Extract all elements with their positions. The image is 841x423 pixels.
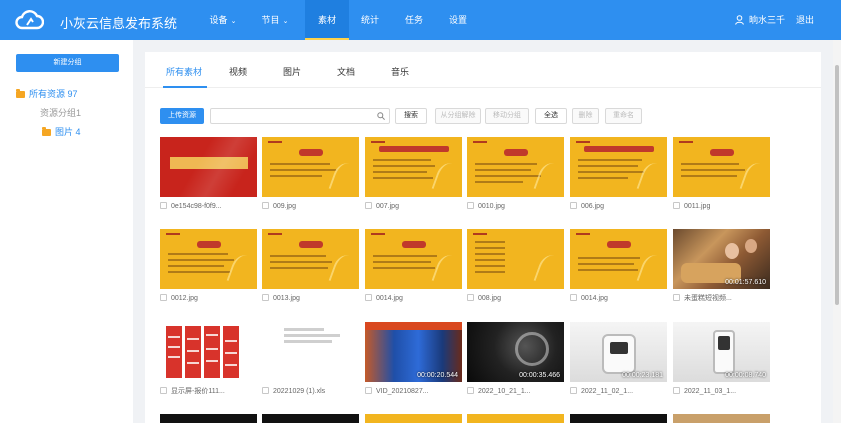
asset-checkbox[interactable] (160, 387, 167, 394)
folder-icon (16, 89, 25, 98)
material-tabs: 所有素材 视频 图片 文档 音乐 (145, 52, 821, 88)
tree-item-all-resources[interactable]: 所有资源 97 (16, 87, 78, 100)
asset-thumbnail-partial[interactable] (570, 414, 667, 423)
asset-checkbox[interactable] (262, 202, 269, 209)
folder-icon (42, 127, 51, 136)
asset-thumbnail[interactable] (365, 137, 462, 197)
move-group-button[interactable]: 移动分组 (485, 108, 529, 124)
asset-thumbnail[interactable] (160, 322, 257, 382)
asset-checkbox[interactable] (570, 202, 577, 209)
asset-thumbnail-partial[interactable] (262, 414, 359, 423)
asset-thumbnail-partial[interactable] (673, 414, 770, 423)
asset-thumbnail[interactable] (262, 229, 359, 289)
sidebar: 新建分组 所有资源 97 资源分组1 图片 4 (0, 40, 133, 423)
nav-programs[interactable]: 节目 ⌄ (252, 0, 298, 40)
new-group-button[interactable]: 新建分组 (16, 54, 119, 72)
nav-materials[interactable]: 素材 (305, 0, 349, 40)
delete-button[interactable]: 删除 (572, 108, 599, 124)
chevron-down-icon: ⌄ (230, 18, 237, 25)
asset-thumbnail-partial[interactable] (467, 414, 564, 423)
tab-videos[interactable]: 视频 (229, 65, 247, 78)
tab-images[interactable]: 图片 (283, 65, 301, 78)
page-scrollbar[interactable] (833, 40, 841, 423)
tab-documents[interactable]: 文档 (337, 65, 355, 78)
video-duration: 00:01:57.610 (725, 279, 766, 286)
logout-link[interactable]: 退出 (796, 0, 814, 40)
asset-thumbnail[interactable] (570, 137, 667, 197)
chevron-down-icon: ⌄ (282, 18, 289, 25)
asset-thumbnail[interactable] (262, 137, 359, 197)
asset-thumbnail[interactable] (570, 229, 667, 289)
select-all-button[interactable]: 全选 (535, 108, 567, 124)
asset-checkbox[interactable] (673, 387, 680, 394)
asset-thumbnail[interactable]: 00:00:08.740 (673, 322, 770, 382)
video-duration: 00:00:23.181 (622, 372, 663, 379)
asset-thumbnail[interactable]: 00:00:23.181 (570, 322, 667, 382)
asset-checkbox[interactable] (262, 387, 269, 394)
brand-title: 小灰云信息发布系统 (60, 16, 178, 31)
asset-thumbnail[interactable] (262, 322, 359, 382)
user-icon (735, 15, 744, 25)
search-button[interactable]: 搜索 (395, 108, 427, 124)
asset-thumbnail[interactable]: 00:01:57.610 (673, 229, 770, 289)
asset-checkbox[interactable] (365, 387, 372, 394)
rename-button[interactable]: 重命名 (605, 108, 642, 124)
asset-checkbox[interactable] (365, 294, 372, 301)
asset-checkbox[interactable] (467, 294, 474, 301)
video-duration: 00:00:20.544 (417, 372, 458, 379)
asset-thumbnail[interactable] (673, 137, 770, 197)
user-name[interactable]: 晌水三千 (749, 0, 785, 40)
asset-checkbox[interactable] (673, 202, 680, 209)
scrollbar-thumb[interactable] (835, 65, 839, 305)
asset-thumbnail[interactable] (365, 229, 462, 289)
video-duration: 00:00:35.466 (519, 372, 560, 379)
remove-from-group-button[interactable]: 从分组解除 (435, 108, 481, 124)
cloud-logo-icon (15, 10, 44, 30)
main-panel: 所有素材 视频 图片 文档 音乐 上传资源 搜索 从分组解除 移动分组 全选 删… (145, 52, 821, 423)
asset-checkbox[interactable] (570, 294, 577, 301)
asset-thumbnail[interactable] (160, 137, 257, 197)
tree-item-images[interactable]: 图片 4 (42, 125, 81, 138)
tab-all-materials[interactable]: 所有素材 (166, 65, 202, 78)
asset-thumbnail[interactable] (160, 229, 257, 289)
search-icon[interactable] (377, 112, 385, 120)
asset-checkbox[interactable] (160, 202, 167, 209)
search-input[interactable] (210, 108, 390, 124)
upload-button[interactable]: 上传资源 (160, 108, 204, 124)
asset-thumbnail[interactable]: 00:00:20.544 (365, 322, 462, 382)
nav-settings[interactable]: 设置 (440, 0, 476, 40)
asset-thumbnail[interactable]: 00:00:35.466 (467, 322, 564, 382)
asset-thumbnail[interactable] (467, 229, 564, 289)
top-bar: 小灰云信息发布系统 设备 ⌄ 节目 ⌄ 素材 统计 任务 设置 晌水三千 退出 (0, 0, 841, 40)
asset-thumbnail[interactable] (467, 137, 564, 197)
nav-devices[interactable]: 设备 ⌄ (200, 0, 246, 40)
tab-music[interactable]: 音乐 (391, 65, 409, 78)
active-tab-indicator (163, 86, 207, 88)
tree-item-resource-group[interactable]: 资源分组1 (40, 106, 81, 119)
nav-statistics[interactable]: 统计 (352, 0, 388, 40)
nav-tasks[interactable]: 任务 (396, 0, 432, 40)
asset-thumbnail-partial[interactable] (160, 414, 257, 423)
asset-checkbox[interactable] (365, 202, 372, 209)
asset-checkbox[interactable] (673, 294, 680, 301)
asset-thumbnail-partial[interactable] (365, 414, 462, 423)
asset-checkbox[interactable] (570, 387, 577, 394)
asset-checkbox[interactable] (160, 294, 167, 301)
asset-checkbox[interactable] (262, 294, 269, 301)
video-duration: 00:00:08.740 (725, 372, 766, 379)
asset-checkbox[interactable] (467, 202, 474, 209)
asset-checkbox[interactable] (467, 387, 474, 394)
